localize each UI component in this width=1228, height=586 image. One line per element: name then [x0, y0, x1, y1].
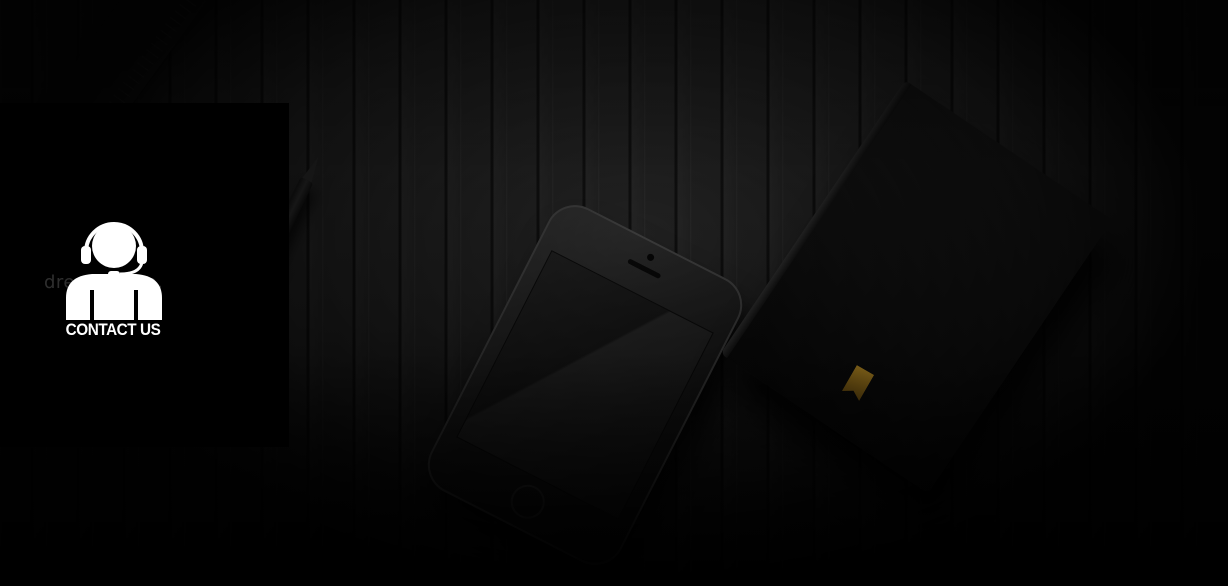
desk-scene: dreamstime. CONTACT US — [0, 0, 1228, 586]
ear-cup-left — [81, 246, 91, 264]
contact-us-label[interactable]: CONTACT US — [47, 320, 178, 340]
support-headset-person-icon[interactable] — [62, 214, 166, 324]
body-shape — [66, 274, 162, 320]
shirt-line-right — [134, 290, 138, 320]
shirt-line-left — [90, 290, 94, 320]
ear-cup-right — [137, 246, 147, 264]
